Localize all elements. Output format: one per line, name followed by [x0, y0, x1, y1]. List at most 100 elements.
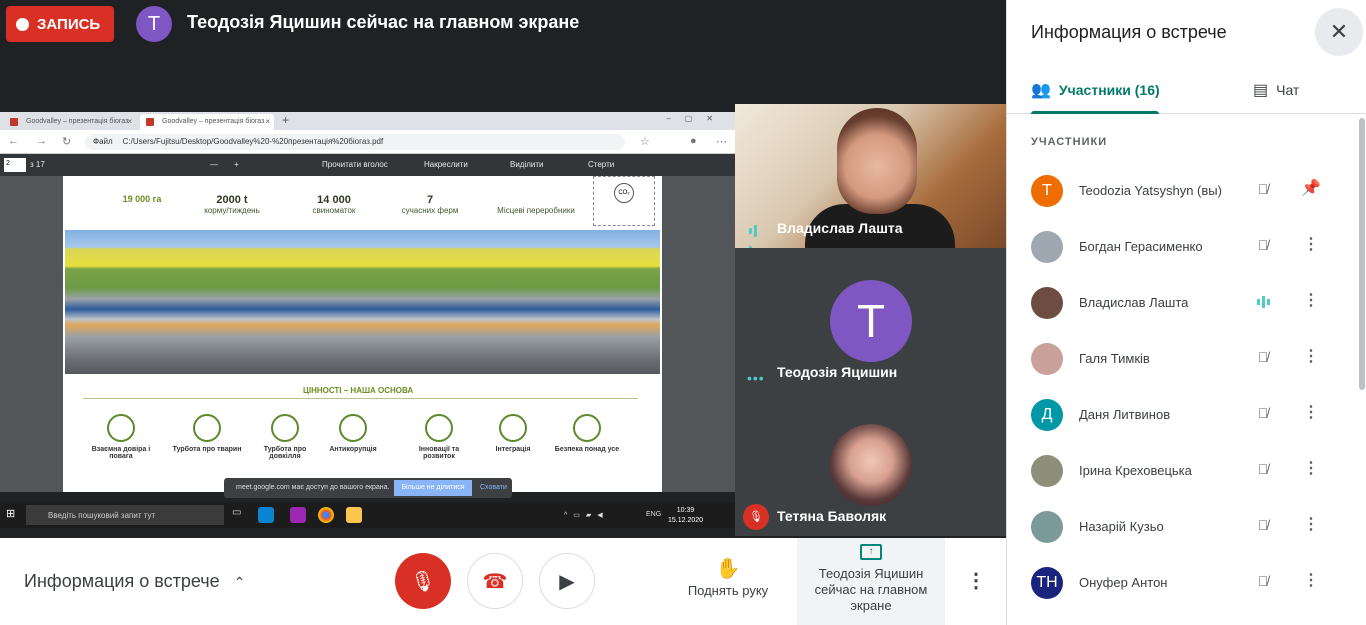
more-vert-icon[interactable]: ⋮: [1299, 513, 1323, 537]
participant-row[interactable]: T Teodozia Yatsyshyn (вы) 🎙̸ 📌: [1007, 163, 1357, 219]
presentation-button[interactable]: ↑ Теодозія Яцишин сейчас на главном экран…: [797, 538, 945, 625]
meeting-info-button[interactable]: Информация о встрече ⌃: [24, 571, 245, 592]
page-number-input[interactable]: 2: [4, 158, 26, 172]
stat-feed: 2000 t корму/тиждень: [204, 194, 260, 215]
participant-tile[interactable]: 🎙 Тетяна Баволяк: [735, 392, 1006, 536]
read-aloud-button[interactable]: Прочитати вголос: [322, 160, 388, 169]
chat-icon: ▤: [1253, 82, 1269, 99]
zoom-out-icon[interactable]: —: [210, 160, 218, 169]
back-icon[interactable]: ←: [8, 135, 19, 147]
stop-sharing-button[interactable]: Більше не ділитися: [394, 480, 472, 496]
participant-tile[interactable]: T ••• Теодозія Яцишин: [735, 248, 1006, 392]
participant-avatar: T: [1031, 175, 1063, 207]
participant-avatar: T: [830, 280, 912, 362]
participant-tile[interactable]: Владислав Лашта: [735, 104, 1006, 248]
pin-icon[interactable]: 📌: [1299, 177, 1323, 201]
url-field[interactable]: Файл C:/Users/Fujitsu/Desktop/Goodvalley%…: [85, 134, 625, 150]
value-item: Антикорупція: [317, 414, 389, 453]
window-controls[interactable]: –▢✕: [666, 114, 727, 123]
participant-avatar-photo: [830, 424, 912, 506]
close-tab-icon[interactable]: ×: [127, 117, 132, 126]
camera-toggle-button[interactable]: ▶: [539, 553, 595, 609]
chrome-icon[interactable]: [318, 507, 334, 523]
panel-scrollbar[interactable]: [1359, 118, 1365, 390]
windows-start-icon[interactable]: ⊞: [6, 507, 22, 523]
language-indicator[interactable]: ENG: [646, 511, 661, 518]
more-options-icon[interactable]: ⋮: [966, 568, 986, 593]
more-vert-icon[interactable]: ⋮: [1299, 401, 1323, 425]
file-label: Файл: [93, 137, 113, 146]
participant-row[interactable]: Ірина Креховецька 🎙̸ ⋮: [1007, 443, 1357, 499]
values-divider: [83, 398, 638, 399]
participant-row[interactable]: Богдан Герасименко 🎙̸ ⋮: [1007, 219, 1357, 275]
new-tab-icon[interactable]: +: [282, 113, 289, 127]
forward-icon[interactable]: →: [36, 135, 47, 147]
tab-participants[interactable]: 👥 Участники (16): [1031, 80, 1160, 100]
mic-muted-icon: 🎙̸: [1257, 181, 1269, 197]
participant-avatar: TH: [1031, 567, 1063, 599]
more-vert-icon[interactable]: ⋮: [1299, 457, 1323, 481]
profile-icon[interactable]: ●: [690, 135, 697, 147]
helmet-icon: [573, 414, 601, 442]
participant-row[interactable]: Д Даня Литвинов 🎙̸ ⋮: [1007, 387, 1357, 443]
tile-name: Владислав Лашта: [777, 220, 903, 236]
active-tab-indicator: [1031, 111, 1159, 114]
highlight-button[interactable]: Виділити: [510, 160, 544, 169]
participant-row[interactable]: Назарій Кузьо 🎙̸ ⋮: [1007, 499, 1357, 555]
task-view-icon[interactable]: ▭: [232, 507, 248, 523]
more-vert-icon[interactable]: ⋮: [1299, 569, 1323, 593]
page-total: з 17: [30, 160, 45, 169]
system-tray[interactable]: ^▭▰◀: [564, 511, 609, 519]
participant-name: Назарій Кузьо: [1079, 519, 1164, 534]
star-icon[interactable]: ☆: [640, 135, 650, 148]
bottom-bar: Информация о встрече ⌃ 🎙 ☎ ▶ ✋ Поднять рук…: [0, 538, 1006, 625]
hide-notification-button[interactable]: Сховати: [480, 484, 507, 491]
close-tab-icon[interactable]: ×: [265, 117, 270, 126]
pig-icon: [193, 414, 221, 442]
taskbar-clock[interactable]: 10:39 15.12.2020: [668, 506, 703, 526]
participant-row[interactable]: TH Онуфер Антон 🎙̸ ⋮: [1007, 555, 1357, 611]
browser-tab[interactable]: Goodvalley – презентація біогаз ×: [4, 114, 136, 130]
record-badge[interactable]: ЗАПИСЬ: [6, 6, 114, 42]
explorer-icon[interactable]: [346, 507, 362, 523]
participant-name: Даня Литвинов: [1079, 407, 1171, 422]
value-item: Турбота про довкілля: [249, 414, 321, 460]
muted-mic-icon: 🎙: [743, 504, 769, 530]
erase-button[interactable]: Стерти: [588, 160, 614, 169]
sharing-notification: meet.google.com має доступ до вашого екр…: [224, 478, 512, 498]
more-vert-icon[interactable]: ⋮: [1299, 289, 1323, 313]
taskbar-search[interactable]: Введіть пошуковий запит тут: [26, 505, 224, 525]
chevron-up-icon: ⌃: [233, 574, 246, 590]
sharing-notice-text: meet.google.com має доступ до вашого екр…: [236, 484, 390, 491]
participant-row[interactable]: Владислав Лашта ⋮: [1007, 275, 1357, 331]
hang-up-button[interactable]: ☎: [467, 553, 523, 609]
edge-icon[interactable]: [258, 507, 274, 523]
tab-chat[interactable]: ▤ Чат: [1253, 80, 1299, 100]
browser-tab-active[interactable]: Goodvalley – презентація біогаз ×: [140, 114, 274, 130]
pdf-icon: [10, 118, 18, 126]
shared-screen: Goodvalley – презентація біогаз × Goodval…: [0, 112, 735, 528]
participant-avatar: [1031, 343, 1063, 375]
farm-aerial-photo: [65, 230, 660, 374]
participant-avatar: [1031, 511, 1063, 543]
close-panel-icon[interactable]: ✕: [1315, 8, 1363, 56]
value-item: Безпека понад усе: [551, 414, 623, 453]
reload-icon[interactable]: ↻: [62, 135, 71, 148]
participant-video-face: [837, 108, 917, 214]
more-vert-icon[interactable]: ⋮: [1299, 345, 1323, 369]
mic-muted-icon: 🎙̸: [1257, 237, 1269, 253]
participant-row[interactable]: Галя Тимків 🎙̸ ⋮: [1007, 331, 1357, 387]
participant-name: Онуфер Антон: [1079, 575, 1168, 590]
head-gears-icon: [425, 414, 453, 442]
participant-name: Teodozia Yatsyshyn (вы): [1079, 183, 1222, 198]
draw-button[interactable]: Накреслити: [424, 160, 468, 169]
mic-toggle-button[interactable]: 🎙: [395, 553, 451, 609]
raise-hand-button[interactable]: ✋ Поднять руку: [684, 556, 772, 598]
menu-icon[interactable]: ⋯: [716, 135, 727, 148]
mic-off-icon: 🎙: [410, 570, 436, 593]
viber-icon[interactable]: [290, 507, 306, 523]
stat-processors: .Місцеві переробники: [497, 206, 575, 215]
present-screen-icon: ↑: [860, 544, 882, 560]
more-vert-icon[interactable]: ⋮: [1299, 233, 1323, 257]
zoom-in-icon[interactable]: +: [234, 160, 239, 169]
